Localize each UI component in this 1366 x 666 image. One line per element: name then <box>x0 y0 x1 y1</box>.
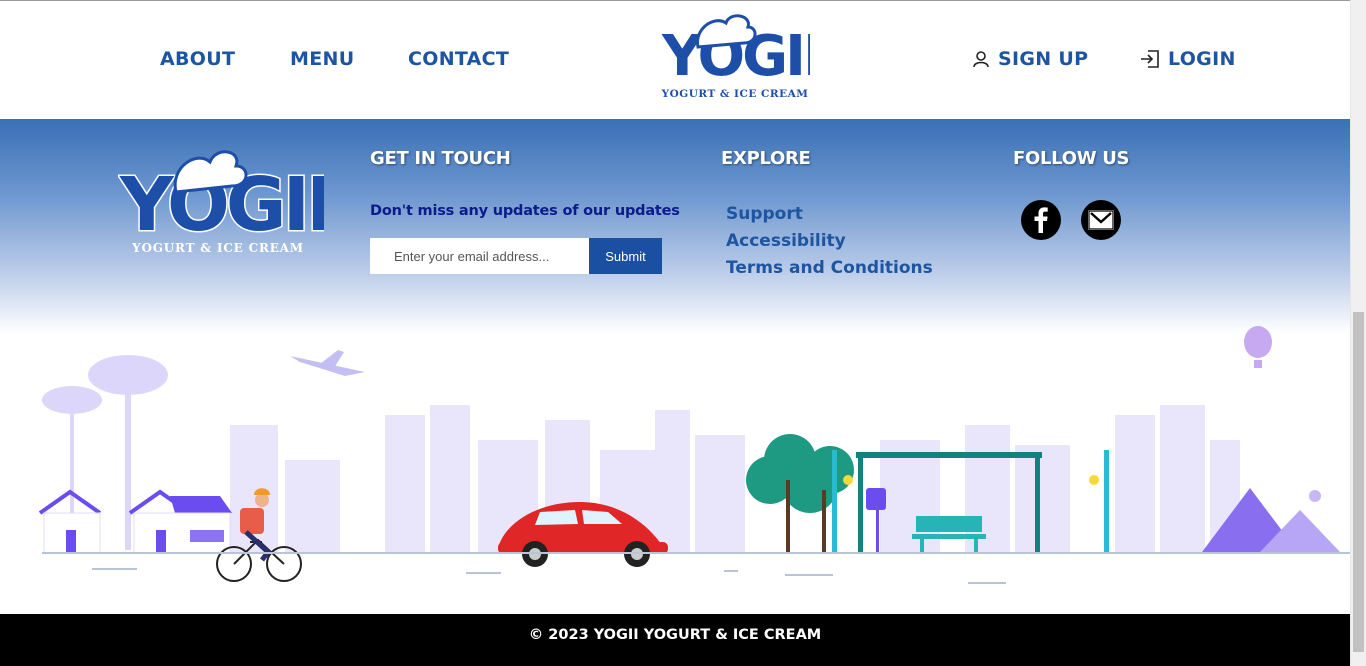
nav-contact[interactable]: CONTACT <box>408 48 509 70</box>
site-header: ABOUT MENU CONTACT YOGII YOGURT & ICE CR… <box>0 1 1350 119</box>
follow-us-heading: FOLLOW US <box>1013 148 1130 169</box>
yogii-footer-logo-mark: YOGII YOGURT & ICE CREAM <box>118 150 335 255</box>
newsletter-email-input[interactable] <box>370 238 589 274</box>
nav-about[interactable]: ABOUT <box>160 48 235 70</box>
nav-menu[interactable]: MENU <box>290 48 354 70</box>
mail-button[interactable] <box>1081 200 1121 240</box>
road <box>42 552 1350 584</box>
newsletter-text: Don't miss any updates of our updates <box>370 203 680 219</box>
explore-heading: EXPLORE <box>721 148 811 169</box>
footer-logo-tagline: YOGURT & ICE CREAM <box>131 241 304 255</box>
login-icon <box>1141 50 1159 68</box>
facebook-icon <box>1034 207 1048 233</box>
explore-link-terms[interactable]: Terms and Conditions <box>726 258 933 278</box>
green-trees <box>746 434 854 552</box>
facebook-button[interactable] <box>1021 200 1061 240</box>
city-street-illustration <box>0 320 1350 614</box>
mail-icon <box>1088 210 1114 230</box>
login-link[interactable]: LOGIN <box>1140 48 1236 70</box>
airplane <box>290 350 365 376</box>
explore-link-support[interactable]: Support <box>726 204 803 224</box>
explore-link-accessibility[interactable]: Accessibility <box>726 231 846 251</box>
city-skyline <box>230 405 1240 553</box>
login-label: LOGIN <box>1168 48 1236 70</box>
newsletter-submit-button[interactable]: Submit <box>589 238 662 274</box>
houses <box>38 489 232 554</box>
get-in-touch-heading: GET IN TOUCH <box>370 148 511 169</box>
scrollbar-thumb[interactable] <box>1353 312 1364 652</box>
logo-tagline: YOGURT & ICE CREAM <box>661 88 809 99</box>
user-icon <box>973 51 989 68</box>
footer-logo[interactable]: YOGII YOGURT & ICE CREAM <box>118 140 335 258</box>
sign-up-label: SIGN UP <box>998 48 1089 70</box>
page-scrollbar[interactable] <box>1350 0 1366 666</box>
city-street-scene <box>38 326 1350 584</box>
hot-air-balloon <box>1244 326 1272 368</box>
sign-up-link[interactable]: SIGN UP <box>972 48 1088 70</box>
copyright-text: © 2023 YOGII YOGURT & ICE CREAM <box>528 627 822 643</box>
header-logo[interactable]: YOGII YOGURT & ICE CREAM <box>660 9 824 100</box>
yogii-logo-mark: YOGII YOGURT & ICE CREAM <box>661 14 824 100</box>
